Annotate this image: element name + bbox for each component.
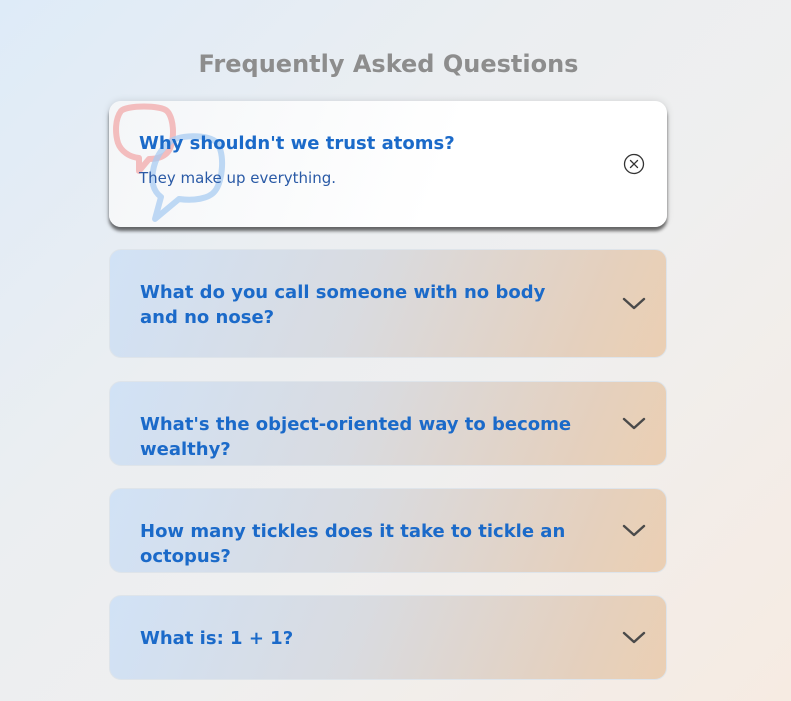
faq-answer: They make up everything. bbox=[139, 169, 337, 187]
chat-bubbles-icon bbox=[113, 103, 225, 222]
faq-item[interactable]: What do you call someone with no body an… bbox=[109, 249, 667, 358]
chevron-down-icon bbox=[622, 297, 646, 310]
close-circle-icon bbox=[623, 153, 645, 175]
faq-question: What do you call someone with no body an… bbox=[140, 282, 546, 328]
chevron-down-icon bbox=[622, 631, 646, 644]
faq-question: What's the object-oriented way to become… bbox=[140, 414, 572, 460]
chevron-down-icon bbox=[622, 524, 646, 537]
faq-item-open[interactable]: Why shouldn't we trust atoms? They make … bbox=[109, 101, 667, 227]
faq-item[interactable]: How many tickles does it take to tickle … bbox=[109, 488, 667, 573]
chevron-down-icon bbox=[622, 417, 646, 430]
faq-item[interactable]: What is: 1 + 1? bbox=[109, 595, 667, 680]
expand-button[interactable] bbox=[620, 624, 648, 652]
expand-button[interactable] bbox=[620, 517, 648, 545]
page-title: Frequently Asked Questions bbox=[198, 50, 579, 78]
faq-question: How many tickles does it take to tickle … bbox=[140, 521, 566, 567]
expand-button[interactable] bbox=[620, 290, 648, 318]
faq-item[interactable]: What's the object-oriented way to become… bbox=[109, 381, 667, 466]
expand-button[interactable] bbox=[620, 410, 648, 438]
faq-question: Why shouldn't we trust atoms? bbox=[139, 133, 455, 154]
close-button[interactable] bbox=[620, 150, 648, 178]
faq-question: What is: 1 + 1? bbox=[140, 628, 294, 649]
